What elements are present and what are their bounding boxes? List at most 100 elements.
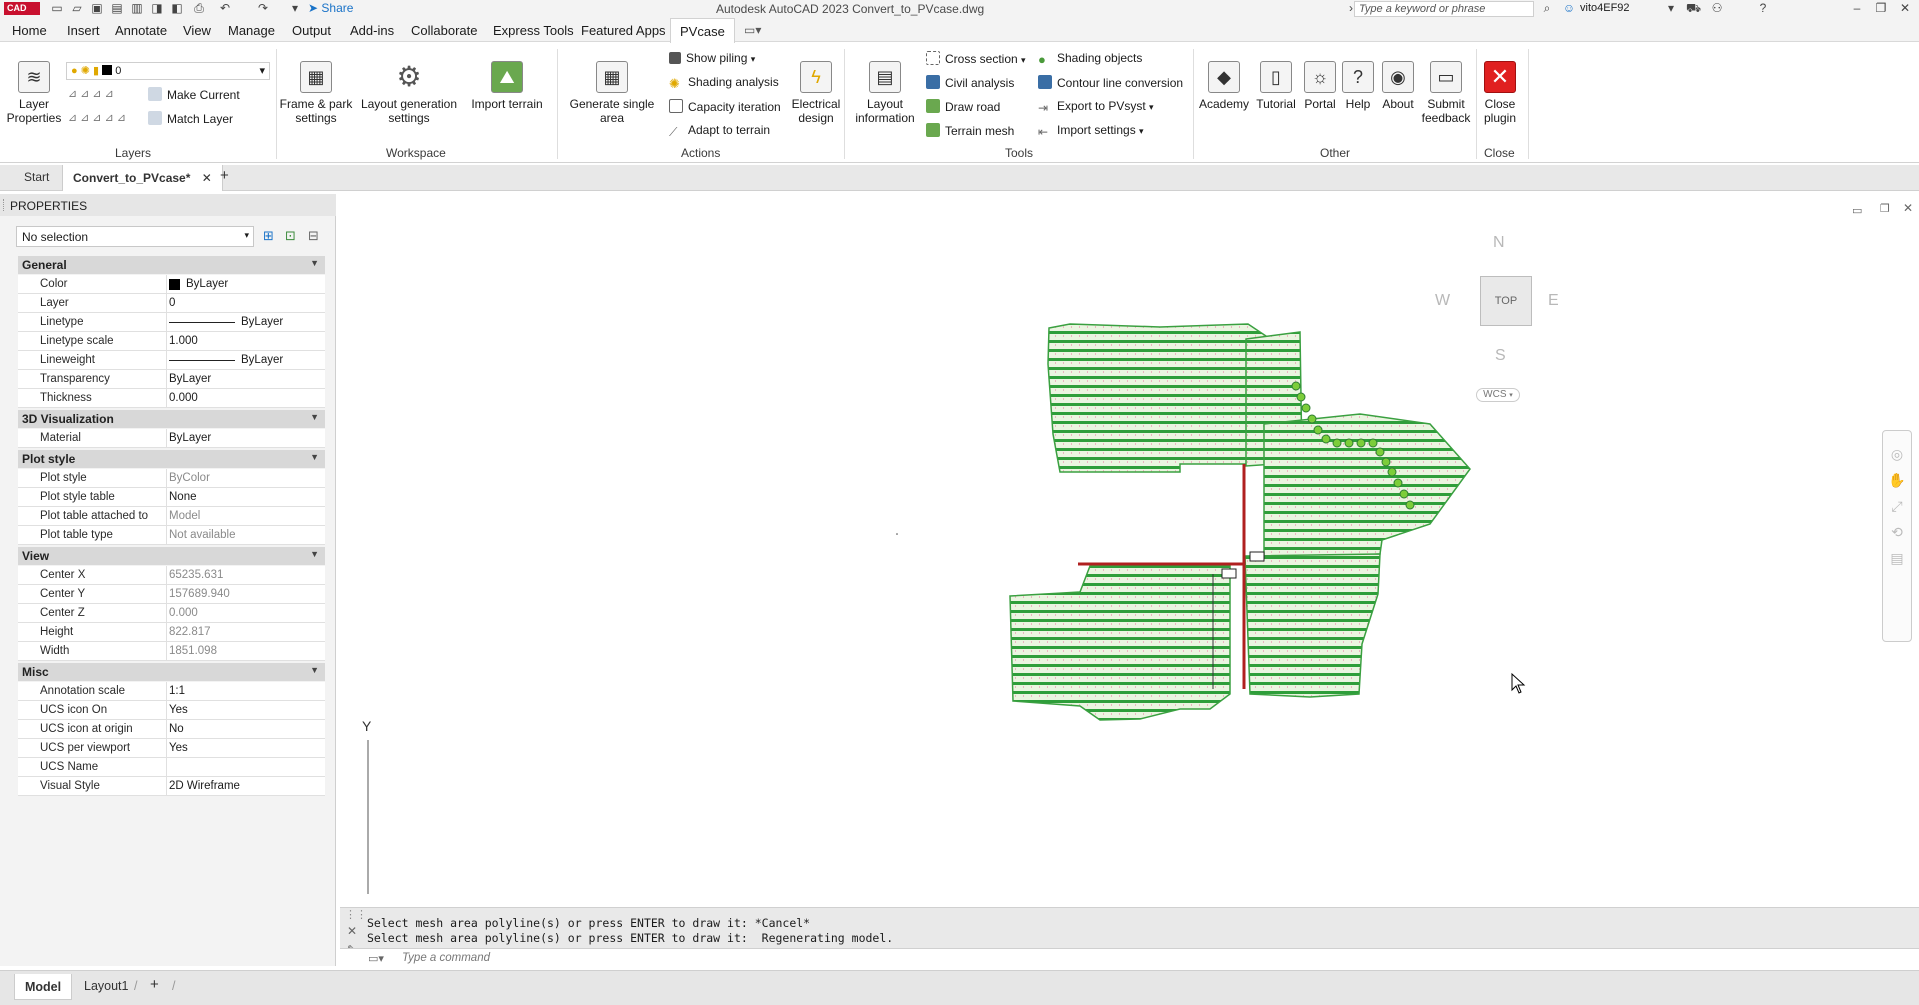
capacity-iteration-button[interactable]: Capacity iteration [669, 99, 781, 114]
share-button[interactable]: ➤ Share [308, 1, 353, 15]
minimize-icon[interactable]: – [1850, 1, 1864, 15]
panel-label-layers[interactable]: Layers [115, 146, 151, 160]
connect-icon[interactable]: ⚇ [1710, 1, 1724, 15]
app-badge[interactable]: CAD [4, 2, 40, 15]
tab-start[interactable]: Start [24, 170, 49, 184]
search-icon[interactable]: ⌕ [1540, 1, 1554, 15]
property-value[interactable]: Not available [169, 529, 235, 541]
property-row[interactable]: Center Z 0.000 [18, 604, 325, 623]
property-value[interactable]: 0 [169, 297, 175, 309]
viewcube-north[interactable]: N [1493, 234, 1505, 252]
search-input[interactable]: Type a keyword or phrase [1354, 1, 1534, 17]
property-section-header[interactable]: Plot style ▼ [18, 450, 325, 468]
property-section-header[interactable]: 3D Visualization ▼ [18, 410, 325, 428]
property-value[interactable]: 0.000 [169, 607, 198, 619]
property-section-header[interactable]: General ▼ [18, 256, 325, 274]
command-prompt-icon[interactable]: ▭▾ [368, 952, 384, 965]
submit-feedback-button[interactable]: ▭ Submit feedback [1420, 61, 1472, 125]
layout-information-button[interactable]: ▤ Layout information [850, 61, 920, 125]
property-row[interactable]: Plot table attached to Model [18, 507, 325, 526]
save-icon[interactable]: ▣ [90, 1, 104, 15]
property-row[interactable]: Center Y 157689.940 [18, 585, 325, 604]
tab-model[interactable]: Model [14, 974, 73, 1000]
property-row[interactable]: UCS icon On Yes [18, 701, 325, 720]
property-value[interactable]: 2D Wireframe [169, 780, 240, 792]
property-row[interactable]: UCS per viewport Yes [18, 739, 325, 758]
property-row[interactable]: Linetype ByLayer [18, 313, 325, 332]
property-row[interactable]: Material ByLayer [18, 429, 325, 448]
select-objects-icon[interactable]: ⊡ [285, 228, 296, 244]
redo-icon[interactable]: ↷ [256, 1, 270, 15]
viewcube-south[interactable]: S [1495, 347, 1506, 365]
ribbon-options-icon[interactable]: ▭▾ [744, 23, 761, 37]
property-row[interactable]: Plot table type Not available [18, 526, 325, 545]
property-value[interactable]: Yes [169, 742, 188, 754]
property-value[interactable]: 0.000 [169, 392, 198, 404]
property-row[interactable]: Annotation scale 1:1 [18, 682, 325, 701]
property-section-header[interactable]: View ▼ [18, 547, 325, 565]
viewcube-east[interactable]: E [1548, 292, 1559, 310]
property-value[interactable]: Model [169, 510, 200, 522]
collapse-icon[interactable]: ▼ [310, 452, 319, 462]
close-plugin-button[interactable]: ✕ Close plugin [1478, 61, 1522, 125]
cart-icon[interactable]: ⛟ [1686, 1, 1701, 15]
wcs-menu[interactable]: WCS ▾ [1476, 388, 1520, 402]
property-row[interactable]: Lineweight ByLayer [18, 351, 325, 370]
property-row[interactable]: UCS icon at origin No [18, 720, 325, 739]
property-row[interactable]: UCS Name [18, 758, 325, 777]
property-row[interactable]: Transparency ByLayer [18, 370, 325, 389]
tab-output[interactable]: Output [292, 23, 331, 38]
tab-home[interactable]: Home [12, 23, 47, 38]
user-dropdown-icon[interactable]: ▾ [1664, 1, 1678, 15]
orbit-icon[interactable]: ⟲ [1883, 519, 1911, 545]
property-row[interactable]: Center X 65235.631 [18, 566, 325, 585]
publish-icon[interactable]: ▥ [130, 1, 144, 15]
cross-section-button[interactable]: Cross section ▾ [926, 51, 1026, 66]
close-tab-icon[interactable]: ✕ [202, 171, 212, 185]
property-row[interactable]: Linetype scale 1.000 [18, 332, 325, 351]
new-tab-icon[interactable]: + [220, 167, 229, 184]
property-row[interactable]: Layer 0 [18, 294, 325, 313]
quick-select-icon[interactable]: ⊟ [308, 228, 319, 244]
property-row[interactable]: Height 822.817 [18, 623, 325, 642]
tab-insert[interactable]: Insert [67, 23, 100, 38]
property-row[interactable]: Plot style table None [18, 488, 325, 507]
property-value[interactable]: ByLayer [241, 354, 283, 366]
open-icon[interactable]: ▱ [70, 1, 84, 15]
tutorial-button[interactable]: ▯ Tutorial [1252, 61, 1300, 111]
civil-analysis-button[interactable]: Civil analysis [926, 75, 1014, 90]
shading-analysis-button[interactable]: ✺ Shading analysis [669, 75, 779, 91]
viewcube-top-face[interactable]: TOP [1480, 276, 1532, 326]
import-settings-button[interactable]: ⇤ Import settings ▾ [1038, 123, 1144, 139]
import-terrain-button[interactable]: ⛰ Import terrain [464, 61, 550, 111]
toggle-pickadd-icon[interactable]: ⊞ [263, 228, 274, 244]
portal-button[interactable]: ☼ Portal [1302, 61, 1338, 111]
layer-tools-row2-icons[interactable]: ⊿⊿⊿⊿⊿ [68, 111, 129, 124]
close-window-icon[interactable]: ✕ [1898, 1, 1912, 15]
tab-express-tools[interactable]: Express Tools [493, 23, 574, 38]
shading-objects-button[interactable]: ● Shading objects [1038, 51, 1142, 67]
undo-icon[interactable]: ↶ [218, 1, 232, 15]
property-section-header[interactable]: Misc ▼ [18, 663, 325, 681]
electrical-design-button[interactable]: ϟ Electrical design [786, 61, 846, 125]
property-value[interactable]: ByLayer [241, 316, 283, 328]
save-as-icon[interactable]: ▤ [110, 1, 124, 15]
frame-park-settings-button[interactable]: ▦ Frame & park settings [278, 61, 354, 125]
export-icon[interactable]: ◨ [150, 1, 164, 15]
property-value[interactable]: None [169, 491, 197, 503]
match-layer-button[interactable]: Match Layer [148, 111, 233, 126]
academy-button[interactable]: ◆ Academy [1198, 61, 1250, 111]
properties-header[interactable]: PROPERTIES [0, 194, 336, 216]
close-command-line-icon[interactable]: ✕ [347, 924, 357, 938]
property-value[interactable]: 822.817 [169, 626, 211, 638]
about-button[interactable]: ◉ About [1378, 61, 1418, 111]
tab-collaborate[interactable]: Collaborate [411, 23, 478, 38]
palette-grip[interactable] [3, 199, 6, 211]
tab-add-ins[interactable]: Add-ins [350, 23, 394, 38]
steering-wheel-icon[interactable]: ◎ [1883, 441, 1911, 467]
user-icon[interactable]: ☺ [1562, 1, 1576, 15]
tab-pvcase[interactable]: PVcase [670, 18, 735, 43]
property-row[interactable]: Color ByLayer [18, 275, 325, 294]
generate-single-area-button[interactable]: ▦ Generate single area [568, 61, 656, 125]
plot-icon[interactable]: ⎙ [192, 1, 206, 15]
